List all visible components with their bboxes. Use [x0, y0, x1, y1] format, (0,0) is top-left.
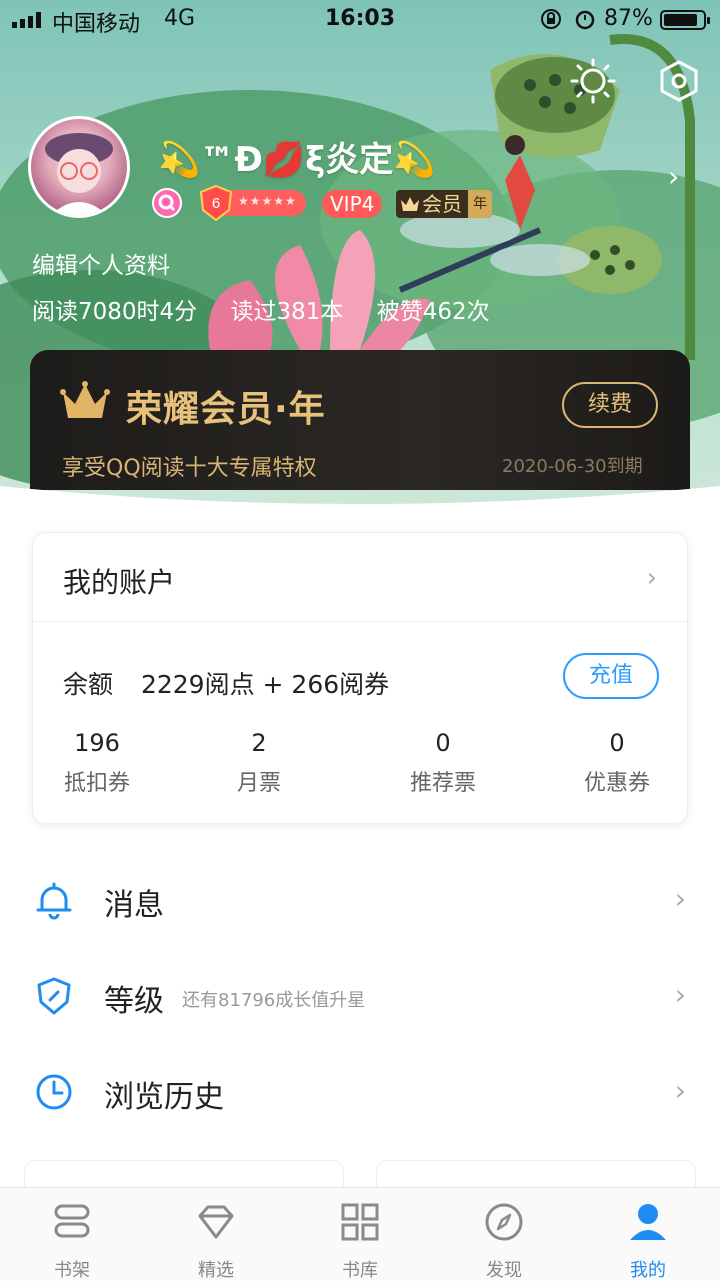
stat-label: 优惠券 [583, 771, 650, 796]
member-badge-label: 会员 [422, 192, 462, 216]
vip-title: 荣耀会员·年 [126, 389, 326, 430]
books-read: 读过381本 [230, 299, 344, 325]
avatar[interactable] [28, 116, 130, 218]
stat-label: 推荐票 [409, 771, 476, 796]
vip-card[interactable]: 荣耀会员·年 续费 享受QQ阅读十大专属特权 2020-06-30到期 [30, 350, 690, 490]
stat-value: 0 [609, 729, 625, 757]
battery-icon [660, 10, 710, 30]
menu-label: 浏览历史 [104, 1080, 224, 1115]
stat-label: 月票 [236, 771, 281, 796]
gold-crown-icon [60, 381, 110, 418]
alarm-icon [575, 10, 595, 30]
account-title[interactable]: 我的账户 [63, 561, 175, 601]
tab-bookshelf[interactable]: 书架 [0, 1188, 144, 1281]
theme-sun-icon[interactable] [570, 58, 616, 104]
orientation-lock-icon [541, 9, 561, 29]
menu-item-history[interactable]: 浏览历史 › [0, 1044, 720, 1140]
vip-badge[interactable]: VIP4 [322, 190, 383, 218]
reading-time: 阅读7080时4分 [32, 299, 198, 325]
avatar-image [45, 133, 113, 215]
account-card: 我的账户 › 余额 2229阅点 + 266阅券 充值 196 抵扣券 2 月票… [32, 532, 689, 824]
tab-featured[interactable]: 精选 [144, 1188, 288, 1281]
recharge-button[interactable]: 充值 [563, 653, 659, 699]
shield-icon [37, 977, 71, 1015]
balance: 余额 2229阅点 + 266阅券 [63, 665, 389, 701]
header-curve [0, 486, 720, 520]
tab-label: 书库 [342, 1260, 378, 1281]
status-bar: 中国移动 4G 16:03 87% [0, 0, 720, 40]
stat-value: 2 [251, 729, 267, 757]
tab-label: 发现 [486, 1260, 522, 1281]
profile-header: 中国移动 4G 16:03 87% 💫™Đ💋ξ炎定💫 › 6 ★★★★★ VIP… [0, 0, 720, 520]
compass-icon [485, 1203, 523, 1241]
divider [33, 621, 689, 622]
stat-deduction-coupons[interactable]: 196 抵扣券 [37, 729, 157, 797]
renew-button[interactable]: 续费 [562, 382, 658, 428]
diamond-icon [198, 1205, 234, 1239]
menu-item-messages[interactable]: 消息 › [0, 852, 720, 948]
edit-profile-link[interactable]: 编辑个人资料 [32, 246, 170, 280]
chevron-right-icon[interactable]: › [647, 563, 657, 593]
member-badge[interactable]: 会员 年 [396, 190, 492, 218]
balance-label: 余额 [63, 670, 114, 699]
bell-icon [36, 882, 72, 920]
tab-label: 精选 [198, 1260, 234, 1281]
stat-value: 0 [435, 729, 451, 757]
likes-count: 被赞462次 [376, 299, 490, 325]
chevron-right-icon: › [674, 882, 686, 915]
clock-icon [36, 1074, 72, 1110]
tab-label: 我的 [630, 1260, 666, 1281]
level-shield-icon: 6 [199, 184, 233, 222]
stat-monthly-tickets[interactable]: 2 月票 [199, 729, 319, 797]
tab-discover[interactable]: 发现 [432, 1188, 576, 1281]
nickname[interactable]: 💫™Đ💋ξ炎定💫 [158, 132, 436, 181]
svg-text:6: 6 [212, 195, 220, 212]
stat-discount-coupons[interactable]: 0 优惠券 [557, 729, 677, 797]
battery-percent: 87% [604, 6, 653, 31]
level-stars: ★★★★★ [238, 194, 297, 208]
reading-stats: 阅读7080时4分 读过381本 被赞462次 [32, 292, 516, 326]
member-badge-year: 年 [468, 190, 492, 218]
menu-label: 消息 [104, 888, 164, 923]
tab-library[interactable]: 书库 [288, 1188, 432, 1281]
stat-recommend-tickets[interactable]: 0 推荐票 [383, 729, 503, 797]
tab-label: 书架 [54, 1260, 90, 1281]
level-hint: 还有81796成长值升星 [182, 990, 366, 1011]
settings-hexagon-icon[interactable] [656, 58, 702, 104]
bookshelf-icon [54, 1204, 90, 1238]
level-badge[interactable]: 6 ★★★★★ [199, 184, 306, 222]
tab-me[interactable]: 我的 [576, 1188, 720, 1281]
stat-label: 抵扣券 [63, 771, 130, 796]
menu-label: 等级 [104, 984, 164, 1019]
tab-bar: 书架 精选 书库 发现 我的 [0, 1187, 720, 1281]
vip-expire-date: 2020-06-30到期 [502, 456, 643, 477]
chevron-right-icon[interactable]: › [668, 160, 679, 193]
chevron-right-icon: › [674, 978, 686, 1011]
stat-value: 196 [74, 729, 120, 757]
grid-icon [341, 1203, 379, 1241]
crown-icon [401, 197, 419, 211]
menu-item-level[interactable]: 等级 还有81796成长值升星 › [0, 948, 720, 1044]
person-icon [630, 1204, 666, 1240]
magnifier-badge-icon[interactable] [152, 188, 182, 218]
balance-value: 2229阅点 + 266阅券 [140, 670, 390, 699]
chevron-right-icon: › [674, 1074, 686, 1107]
